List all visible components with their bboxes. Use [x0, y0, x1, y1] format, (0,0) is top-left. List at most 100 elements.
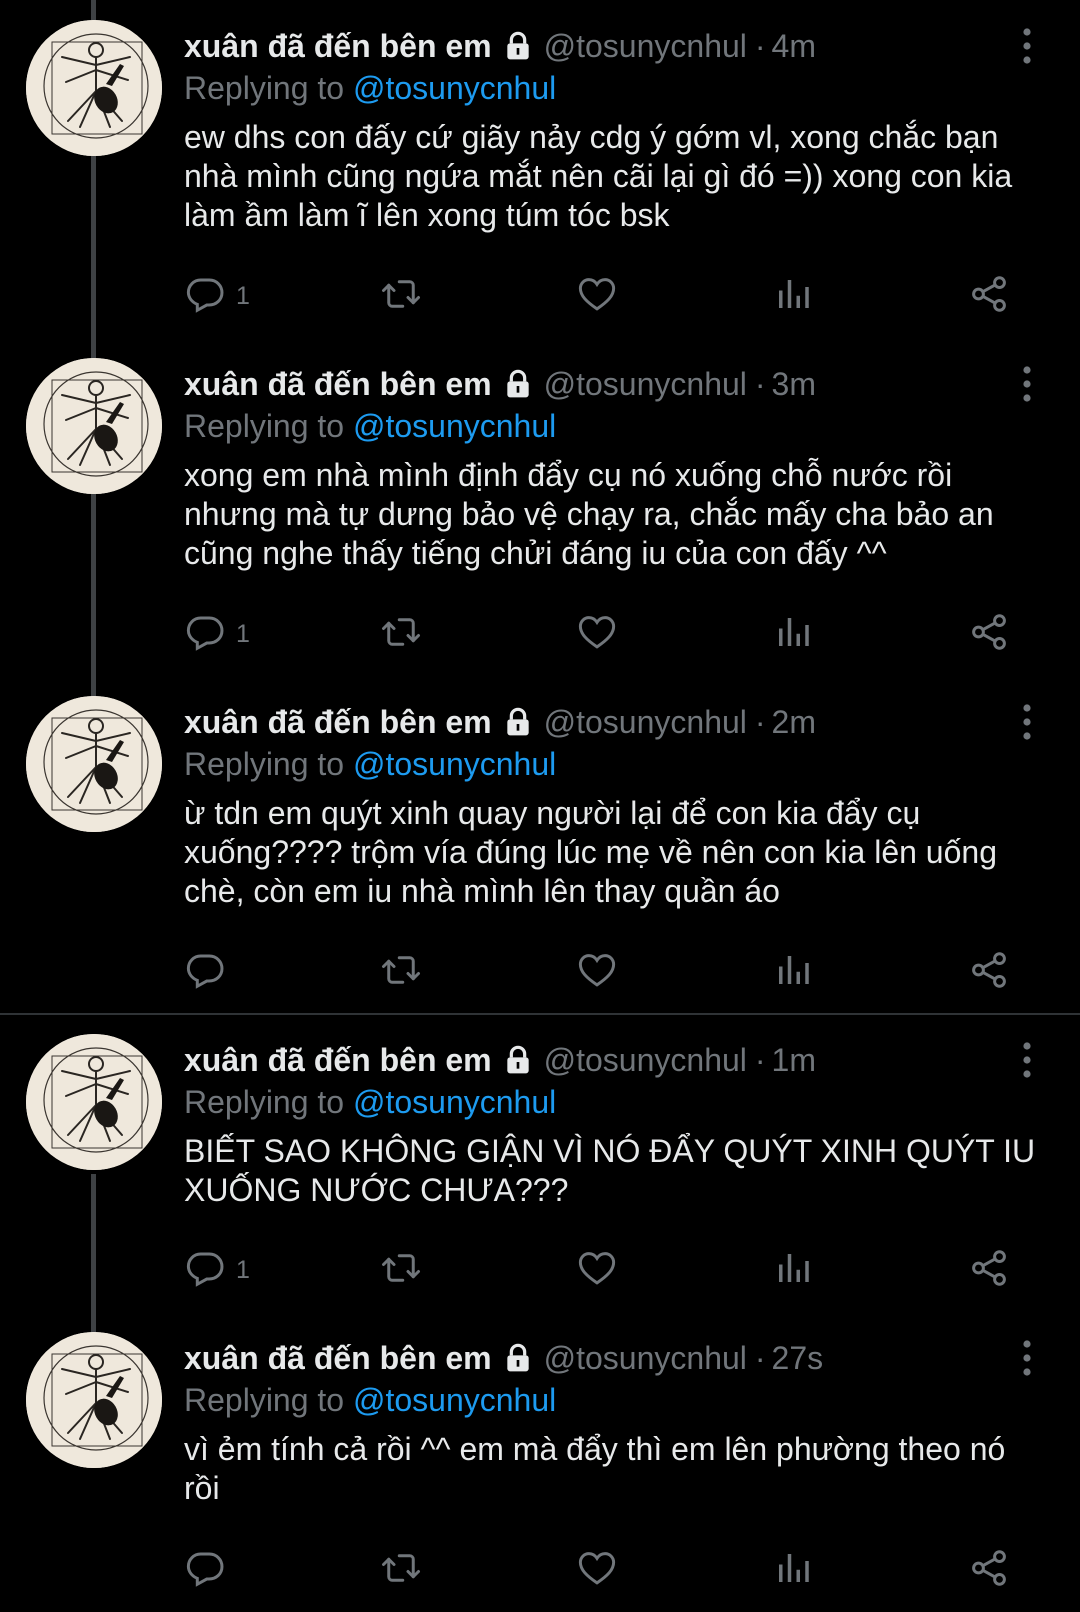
share-button[interactable] — [968, 1248, 1010, 1292]
like-button[interactable] — [576, 950, 618, 994]
timestamp[interactable]: 1m — [772, 1042, 816, 1079]
retweet-button[interactable] — [380, 612, 422, 656]
retweet-button[interactable] — [380, 1248, 422, 1292]
tweet[interactable]: xuân đã đến bên em @tosunycnhul · 1m Rep… — [0, 1014, 1080, 1312]
views-button[interactable] — [772, 612, 814, 656]
separator-dot: · — [754, 27, 766, 64]
analytics-icon — [772, 1247, 814, 1294]
tweet[interactable]: xuân đã đến bên em @tosunycnhul · 27s Re… — [0, 1312, 1080, 1612]
tweet-header: xuân đã đến bên em @tosunycnhul · 4m — [184, 24, 816, 68]
more-options-icon[interactable] — [1014, 364, 1040, 404]
replying-to-mention[interactable]: @tosunycnhul — [353, 70, 556, 106]
reply-icon — [184, 949, 226, 996]
like-button[interactable] — [576, 612, 618, 656]
like-button[interactable] — [576, 1548, 618, 1592]
replying-to-label: Replying to — [184, 746, 353, 782]
avatar[interactable] — [26, 696, 162, 832]
timestamp[interactable]: 27s — [772, 1340, 824, 1377]
tweet-actions: 1 — [184, 274, 1014, 318]
replying-to: Replying to @tosunycnhul — [184, 70, 556, 107]
user-handle[interactable]: @tosunycnhul — [544, 1340, 747, 1377]
reply-count: 1 — [236, 1255, 250, 1284]
separator-dot: · — [754, 1041, 766, 1078]
tweet-header: xuân đã đến bên em @tosunycnhul · 3m — [184, 362, 816, 406]
heart-icon — [576, 273, 618, 320]
analytics-icon — [772, 949, 814, 996]
views-button[interactable] — [772, 950, 814, 994]
share-icon — [968, 273, 1010, 320]
replying-to-label: Replying to — [184, 1382, 353, 1418]
retweet-button[interactable] — [380, 950, 422, 994]
tweet-text: ew dhs con đấy cứ giãy nảy cdg ý gớm vl,… — [184, 119, 1013, 233]
separator-dot: · — [754, 1339, 766, 1376]
display-name[interactable]: xuân đã đến bên em — [184, 1042, 492, 1079]
reply-button[interactable] — [184, 1548, 236, 1592]
lock-icon — [502, 1044, 534, 1076]
share-button[interactable] — [968, 950, 1010, 994]
tweet-text: vì ẻm tính cả rồi ^^ em mà đẩy thì em lê… — [184, 1431, 1006, 1506]
more-options-icon[interactable] — [1014, 702, 1040, 742]
avatar[interactable] — [26, 1034, 162, 1170]
tweet[interactable]: xuân đã đến bên em @tosunycnhul · 4m Rep… — [0, 0, 1080, 338]
replying-to-mention[interactable]: @tosunycnhul — [353, 1382, 556, 1418]
replying-to: Replying to @tosunycnhul — [184, 746, 556, 783]
timestamp[interactable]: 3m — [772, 366, 816, 403]
views-button[interactable] — [772, 1248, 814, 1292]
avatar[interactable] — [26, 358, 162, 494]
reply-icon — [184, 273, 226, 320]
analytics-icon — [772, 611, 814, 658]
reply-button[interactable] — [184, 950, 236, 994]
display-name[interactable]: xuân đã đến bên em — [184, 366, 492, 403]
user-handle[interactable]: @tosunycnhul — [544, 366, 747, 403]
tweet[interactable]: xuân đã đến bên em @tosunycnhul · 2m Rep… — [0, 676, 1080, 1014]
like-button[interactable] — [576, 274, 618, 318]
display-name[interactable]: xuân đã đến bên em — [184, 704, 492, 741]
more-options-icon[interactable] — [1014, 1040, 1040, 1080]
user-handle[interactable]: @tosunycnhul — [544, 704, 747, 741]
reply-count: 1 — [236, 619, 250, 648]
share-icon — [968, 949, 1010, 996]
tweet-actions — [184, 1548, 1014, 1592]
reply-button[interactable]: 1 — [184, 612, 250, 656]
timestamp[interactable]: 2m — [772, 704, 816, 741]
share-button[interactable] — [968, 612, 1010, 656]
lock-icon — [502, 368, 534, 400]
avatar[interactable] — [26, 1332, 162, 1468]
analytics-icon — [772, 273, 814, 320]
views-button[interactable] — [772, 274, 814, 318]
heart-icon — [576, 611, 618, 658]
avatar[interactable] — [26, 20, 162, 156]
replying-to-mention[interactable]: @tosunycnhul — [353, 746, 556, 782]
lock-icon — [502, 30, 534, 62]
lock-icon — [502, 1342, 534, 1374]
more-options-icon[interactable] — [1014, 26, 1040, 66]
tweet[interactable]: xuân đã đến bên em @tosunycnhul · 3m Rep… — [0, 338, 1080, 676]
retweet-icon — [380, 949, 422, 996]
retweet-icon — [380, 273, 422, 320]
reply-button[interactable]: 1 — [184, 274, 250, 318]
heart-icon — [576, 1247, 618, 1294]
retweet-icon — [380, 1547, 422, 1594]
replying-to: Replying to @tosunycnhul — [184, 1084, 556, 1121]
tweet-header: xuân đã đến bên em @tosunycnhul · 27s — [184, 1336, 823, 1380]
display-name[interactable]: xuân đã đến bên em — [184, 28, 492, 65]
user-handle[interactable]: @tosunycnhul — [544, 1042, 747, 1079]
replying-to: Replying to @tosunycnhul — [184, 1382, 556, 1419]
more-options-icon[interactable] — [1014, 1338, 1040, 1378]
share-button[interactable] — [968, 1548, 1010, 1592]
tweet-actions: 1 — [184, 612, 1014, 656]
like-button[interactable] — [576, 1248, 618, 1292]
user-handle[interactable]: @tosunycnhul — [544, 28, 747, 65]
analytics-icon — [772, 1547, 814, 1594]
replying-to-label: Replying to — [184, 70, 353, 106]
display-name[interactable]: xuân đã đến bên em — [184, 1340, 492, 1377]
replying-to-mention[interactable]: @tosunycnhul — [353, 1084, 556, 1120]
timestamp[interactable]: 4m — [772, 28, 816, 65]
share-button[interactable] — [968, 274, 1010, 318]
retweet-button[interactable] — [380, 1548, 422, 1592]
reply-button[interactable]: 1 — [184, 1248, 250, 1292]
views-button[interactable] — [772, 1548, 814, 1592]
retweet-button[interactable] — [380, 274, 422, 318]
replying-to-mention[interactable]: @tosunycnhul — [353, 408, 556, 444]
reply-icon — [184, 1547, 226, 1594]
